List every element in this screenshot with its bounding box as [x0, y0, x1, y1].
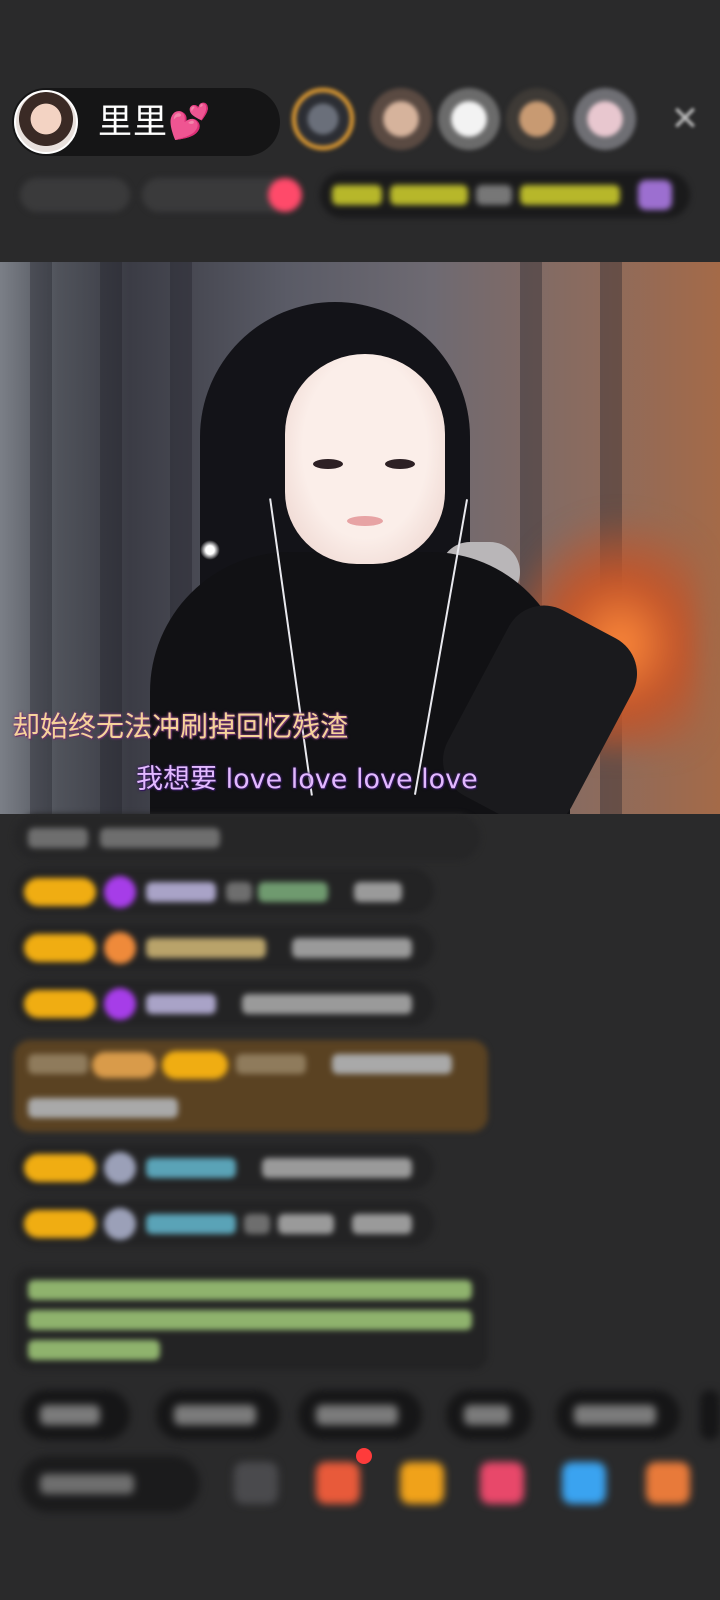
username — [28, 1054, 88, 1074]
quick-reply-button[interactable] — [700, 1390, 720, 1440]
level-badge — [24, 1154, 96, 1182]
host-name: 里里💕 — [98, 102, 212, 142]
rank-chip[interactable] — [20, 178, 130, 212]
viewer-avatar[interactable] — [292, 88, 354, 150]
message-text — [262, 1158, 412, 1178]
username — [258, 882, 328, 902]
chat-message[interactable] — [14, 924, 434, 970]
announcement-bar[interactable] — [320, 172, 690, 218]
username — [146, 1214, 236, 1234]
level-badge — [24, 1210, 96, 1238]
message-text — [242, 994, 412, 1014]
top-viewers-list[interactable] — [292, 84, 642, 160]
sparkle-icon — [200, 540, 220, 560]
quick-reply-button[interactable] — [446, 1390, 532, 1440]
notice-text — [28, 1340, 160, 1360]
username — [236, 1054, 306, 1074]
message-text — [354, 882, 402, 902]
lyric-line-1: 却始终无法冲刷掉回忆残渣 — [12, 710, 349, 743]
gift-icon[interactable] — [400, 1462, 444, 1504]
message-text — [28, 1098, 178, 1118]
level-badge — [24, 934, 96, 962]
username — [146, 938, 266, 958]
live-video[interactable]: 却始终无法冲刷掉回忆残渣 我想要 love love love love — [0, 262, 720, 814]
host-info[interactable]: 里里💕 — [12, 88, 280, 156]
lips — [347, 516, 383, 526]
level-badge — [162, 1051, 228, 1079]
quick-reply-button[interactable] — [156, 1390, 280, 1440]
streamer-face — [285, 354, 445, 564]
viewer-avatar[interactable] — [506, 88, 568, 150]
fan-badge-icon — [104, 1208, 136, 1240]
more-icon[interactable] — [646, 1462, 690, 1504]
viewer-avatar[interactable] — [370, 88, 432, 150]
chat-input[interactable] — [20, 1456, 200, 1512]
notice-text — [28, 1280, 472, 1300]
message-text — [244, 1214, 270, 1234]
notification-dot — [356, 1448, 372, 1464]
fan-badge-icon — [104, 1152, 136, 1184]
close-icon[interactable]: ✕ — [668, 102, 702, 136]
chat-message[interactable] — [14, 868, 434, 914]
quick-reply-button[interactable] — [22, 1390, 130, 1440]
username — [146, 1158, 236, 1178]
follow-chip[interactable] — [268, 178, 302, 212]
eye — [385, 459, 415, 469]
gift-box-icon[interactable] — [316, 1462, 360, 1504]
message-text — [352, 1214, 412, 1234]
viewer-avatar[interactable] — [574, 88, 636, 150]
username — [146, 994, 216, 1014]
emoji-icon[interactable] — [234, 1462, 278, 1504]
notice-text — [28, 1310, 472, 1330]
game-icon[interactable] — [562, 1462, 606, 1504]
chat-message[interactable] — [14, 1144, 434, 1190]
username — [146, 882, 216, 902]
system-notice — [14, 1268, 488, 1370]
quick-reply-button[interactable] — [298, 1390, 422, 1440]
lyric-line-2: 我想要 love love love love — [136, 764, 478, 795]
fan-badge-icon — [104, 932, 136, 964]
gift-message[interactable] — [14, 1040, 488, 1132]
fan-badge-icon — [104, 988, 136, 1020]
chat-message[interactable] — [14, 814, 480, 860]
level-badge — [24, 990, 96, 1018]
viewer-avatar[interactable] — [438, 88, 500, 150]
message-text — [226, 882, 252, 902]
activity-icon[interactable] — [480, 1462, 524, 1504]
chat-message[interactable] — [14, 1200, 434, 1246]
message-text — [332, 1054, 452, 1074]
host-avatar[interactable] — [14, 90, 78, 154]
chat-message[interactable] — [14, 980, 434, 1026]
username — [278, 1214, 334, 1234]
quick-reply-button[interactable] — [556, 1390, 680, 1440]
message-text — [292, 938, 412, 958]
gift-badge — [92, 1052, 156, 1078]
level-badge — [24, 878, 96, 906]
fan-badge-icon — [104, 876, 136, 908]
message-text — [28, 828, 88, 848]
eye — [313, 459, 343, 469]
message-text — [100, 828, 220, 848]
